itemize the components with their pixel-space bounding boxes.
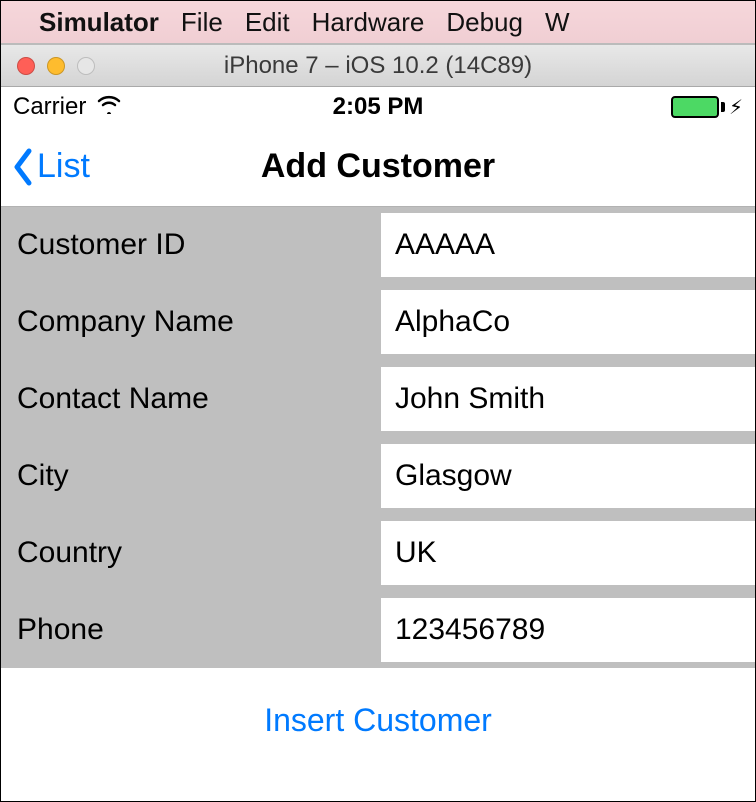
label-contact-name: Contact Name <box>1 361 381 437</box>
label-customer-id: Customer ID <box>1 207 381 283</box>
menu-edit[interactable]: Edit <box>245 7 290 38</box>
customer-form: Customer ID Company Name Contact Name Ci… <box>1 207 755 668</box>
label-country: Country <box>1 515 381 591</box>
input-city[interactable] <box>381 444 755 508</box>
input-contact-name[interactable] <box>381 367 755 431</box>
label-city: City <box>1 438 381 514</box>
form-row-contact-name: Contact Name <box>1 360 755 437</box>
input-country[interactable] <box>381 521 755 585</box>
input-customer-id[interactable] <box>381 213 755 277</box>
status-bar-time: 2:05 PM <box>1 93 755 121</box>
battery-icon <box>671 96 719 118</box>
menu-file[interactable]: File <box>181 7 223 38</box>
menu-debug[interactable]: Debug <box>446 7 523 38</box>
form-actions: Insert Customer <box>1 668 755 739</box>
ios-status-bar: Carrier 2:05 PM ⚡︎ <box>1 87 755 127</box>
form-row-company-name: Company Name <box>1 283 755 360</box>
ios-navigation-bar: List Add Customer <box>1 127 755 207</box>
page-title: Add Customer <box>1 147 755 186</box>
window-titlebar: iPhone 7 – iOS 10.2 (14C89) <box>1 45 755 87</box>
form-row-phone: Phone <box>1 591 755 668</box>
input-phone[interactable] <box>381 598 755 662</box>
form-row-country: Country <box>1 514 755 591</box>
insert-customer-button[interactable]: Insert Customer <box>264 702 492 739</box>
label-company-name: Company Name <box>1 284 381 360</box>
form-row-city: City <box>1 437 755 514</box>
form-row-customer-id: Customer ID <box>1 207 755 283</box>
menu-window[interactable]: W <box>545 7 570 38</box>
input-company-name[interactable] <box>381 290 755 354</box>
app-menu[interactable]: Simulator <box>39 7 159 38</box>
menu-hardware[interactable]: Hardware <box>312 7 425 38</box>
label-phone: Phone <box>1 592 381 668</box>
window-title: iPhone 7 – iOS 10.2 (14C89) <box>1 52 755 80</box>
macos-menubar: Simulator File Edit Hardware Debug W <box>1 1 755 45</box>
